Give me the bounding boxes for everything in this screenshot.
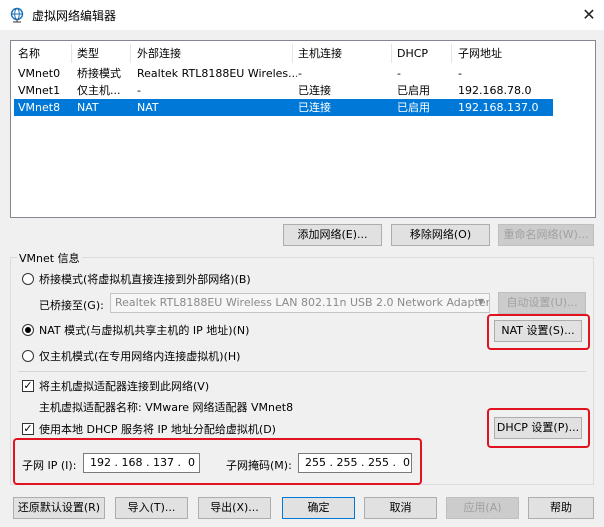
bridge-mode-radio[interactable] — [22, 273, 34, 285]
bridged-adapter-select[interactable]: Realtek RTL8188EU Wireless LAN 802.11n U… — [110, 293, 490, 313]
connect-adapter-label[interactable]: 将主机虚拟适配器连接到此网络(V) — [39, 378, 209, 394]
column-header-external[interactable]: 外部连接 — [137, 45, 181, 62]
import-button[interactable]: 导入(T)... — [115, 497, 188, 519]
table-cell: 桥接模式 — [77, 67, 121, 80]
table-cell: NAT — [137, 101, 159, 114]
column-divider — [71, 44, 72, 63]
highlight-box-subnet — [13, 438, 422, 485]
close-icon[interactable]: ✕ — [578, 4, 600, 26]
column-header-dhcp[interactable]: DHCP — [397, 45, 428, 62]
use-dhcp-checkbox[interactable]: ✓ — [22, 423, 34, 435]
table-cell: - — [298, 67, 302, 80]
table-cell: 已连接 — [298, 84, 331, 97]
column-divider — [391, 44, 392, 63]
nat-mode-radio[interactable] — [22, 324, 34, 336]
highlight-box-nat — [487, 314, 590, 350]
column-divider — [451, 44, 452, 63]
rename-network-button[interactable]: 重命名网络(W)... — [498, 224, 594, 246]
window-title: 虚拟网络编辑器 — [32, 9, 117, 23]
export-button[interactable]: 导出(X)... — [198, 497, 271, 519]
table-cell: 仅主机... — [77, 84, 121, 97]
table-cell: VMnet8 — [18, 101, 61, 114]
divider — [18, 371, 586, 372]
table-cell: Realtek RTL8188EU Wireles... — [137, 67, 297, 80]
host-only-mode-radio[interactable] — [22, 350, 34, 362]
table-cell: 已启用 — [397, 84, 430, 97]
column-header-host[interactable]: 主机连接 — [298, 45, 342, 62]
column-divider — [130, 44, 131, 63]
table-cell: NAT — [77, 101, 99, 114]
table-row[interactable]: VMnet0 桥接模式 Realtek RTL8188EU Wireles...… — [14, 65, 553, 82]
apply-button[interactable]: 应用(A) — [446, 497, 519, 519]
connect-adapter-checkbox[interactable]: ✓ — [22, 380, 34, 392]
add-network-button[interactable]: 添加网络(E)... — [283, 224, 382, 246]
table-row[interactable]: VMnet1 仅主机... - 已连接 已启用 192.168.78.0 — [14, 82, 553, 99]
cancel-button[interactable]: 取消 — [364, 497, 437, 519]
vmnet-info-label: VMnet 信息 — [17, 250, 82, 266]
column-header-name[interactable]: 名称 — [18, 45, 40, 62]
chevron-down-icon: ▼ — [477, 297, 485, 306]
host-only-mode-label[interactable]: 仅主机模式(在专用网络内连接虚拟机)(H) — [39, 348, 240, 364]
column-divider — [292, 44, 293, 63]
network-globe-icon — [10, 7, 24, 23]
bridged-to-label: 已桥接至(G): — [39, 299, 104, 312]
table-cell: 已启用 — [397, 101, 430, 114]
table-cell: 192.168.78.0 — [458, 84, 532, 97]
restore-defaults-button[interactable]: 还原默认设置(R) — [13, 497, 105, 519]
adapter-name-label: 主机虚拟适配器名称: VMware 网络适配器 VMnet8 — [39, 401, 294, 414]
auto-settings-button[interactable]: 自动设置(U)... — [498, 292, 586, 314]
remove-network-button[interactable]: 移除网络(O) — [391, 224, 490, 246]
table-cell: VMnet1 — [18, 84, 61, 97]
help-button[interactable]: 帮助 — [528, 497, 594, 519]
table-cell: - — [397, 67, 401, 80]
ok-button[interactable]: 确定 — [282, 497, 355, 519]
nat-mode-label[interactable]: NAT 模式(与虚拟机共享主机的 IP 地址)(N) — [39, 322, 249, 338]
highlight-box-dhcp — [487, 408, 590, 448]
table-cell: VMnet0 — [18, 67, 61, 80]
table-cell: 已连接 — [298, 101, 331, 114]
column-header-type[interactable]: 类型 — [77, 45, 99, 62]
column-header-subnet[interactable]: 子网地址 — [458, 45, 502, 62]
table-cell: - — [137, 84, 141, 97]
table-cell: - — [458, 67, 462, 80]
use-dhcp-label[interactable]: 使用本地 DHCP 服务将 IP 地址分配给虚拟机(D) — [39, 421, 276, 437]
table-row-selected[interactable]: VMnet8 NAT NAT 已连接 已启用 192.168.137.0 — [14, 99, 553, 116]
table-cell: 192.168.137.0 — [458, 101, 539, 114]
bridge-mode-label[interactable]: 桥接模式(将虚拟机直接连接到外部网络)(B) — [39, 271, 251, 287]
